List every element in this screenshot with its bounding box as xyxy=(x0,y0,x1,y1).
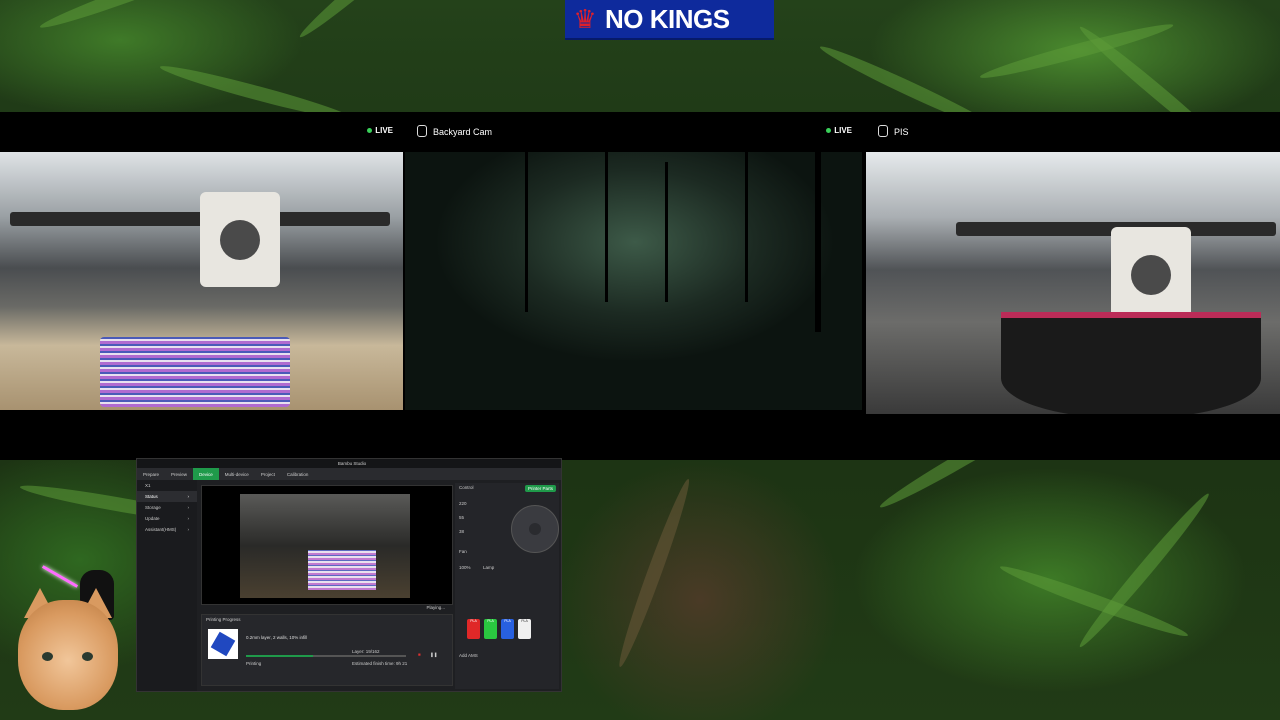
printer-camera-view[interactable] xyxy=(201,485,453,605)
job-title: 0.2mm layer, 2 walls, 10% infill xyxy=(246,635,308,640)
camera-panel-printer-2: PIS xyxy=(866,112,1280,460)
crown-icon: ♛ xyxy=(573,3,597,34)
banner-text: NO KINGS xyxy=(605,3,730,34)
nozzle-temp[interactable]: 220 xyxy=(459,501,467,506)
camera-feed[interactable] xyxy=(0,152,403,410)
fan-control[interactable]: Fan xyxy=(459,549,467,554)
chevron-right-icon: › xyxy=(187,516,190,521)
toolhead xyxy=(1111,227,1191,322)
printer-parts-button[interactable]: Printer Parts xyxy=(524,485,556,492)
app-titlebar: Bambu Studio xyxy=(137,459,561,468)
stop-icon[interactable]: ■ xyxy=(418,652,421,657)
sidebar-item-storage[interactable]: Storage › xyxy=(137,502,197,513)
lamp-control[interactable]: Lamp xyxy=(483,565,494,570)
phone-icon xyxy=(417,125,427,137)
tab-multi-device[interactable]: Multi-device xyxy=(219,468,255,480)
tab-preview[interactable]: Preview xyxy=(165,468,193,480)
live-dot-icon xyxy=(826,128,832,133)
ams-slot-1[interactable]: PLA xyxy=(467,619,480,639)
printer-select[interactable]: X1 xyxy=(137,480,197,491)
ams-slot-2[interactable]: PLA xyxy=(484,619,497,639)
ams-slot-3[interactable]: PLA xyxy=(501,619,514,639)
print-object xyxy=(1001,312,1261,414)
printing-progress-label: Printing Progress xyxy=(206,617,241,622)
chevron-right-icon: › xyxy=(187,494,190,499)
tab-prepare[interactable]: Prepare xyxy=(137,468,165,480)
video-status: Playing... xyxy=(426,604,445,610)
app-menu: Prepare Preview Device Multi-device Proj… xyxy=(137,468,561,480)
bed-temp[interactable]: 55 xyxy=(459,515,464,520)
axis-jog-pad[interactable] xyxy=(511,505,559,553)
live-badge: LIVE xyxy=(826,126,852,135)
camera-name: Backyard Cam xyxy=(433,127,493,137)
speed-control[interactable]: 100% xyxy=(459,565,471,570)
camera-feed[interactable] xyxy=(866,152,1280,414)
camera-feed[interactable] xyxy=(405,152,862,410)
live-dot-icon xyxy=(367,128,373,133)
no-kings-banner: ♛ NO KINGS xyxy=(565,0,774,40)
cat-sticker xyxy=(0,565,134,720)
toolhead xyxy=(200,192,280,287)
chevron-right-icon: › xyxy=(187,527,190,532)
model-thumbnail xyxy=(208,629,238,659)
tab-project[interactable]: Project xyxy=(255,468,281,480)
job-state: Printing xyxy=(246,661,262,666)
chamber-temp[interactable]: 38 xyxy=(459,529,464,534)
layer-info: Layer: 19/162 xyxy=(352,649,380,654)
camera-panel-printer-1: LIVE xyxy=(0,112,403,460)
tab-device[interactable]: Device xyxy=(193,468,219,480)
camera-panel-backyard: Backyard Cam LIVE xyxy=(405,112,862,460)
phone-icon xyxy=(878,125,888,137)
sidebar-item-status[interactable]: Status › xyxy=(137,491,197,502)
kitten-face xyxy=(18,600,118,710)
ams-slot-4[interactable]: PLA xyxy=(518,619,531,639)
camera-header: LIVE xyxy=(0,112,403,152)
sidebar-item-assistant[interactable]: Assistant(HMS) › xyxy=(137,524,197,535)
progress-bar xyxy=(246,655,406,657)
control-label: Control xyxy=(459,485,474,490)
sidebar-item-update[interactable]: Update › xyxy=(137,513,197,524)
app-sidebar: X1 Status › Storage › Update › Assistant(HM… xyxy=(137,480,197,691)
camera-header: Backyard Cam LIVE xyxy=(405,112,862,152)
pause-icon[interactable]: ❚❚ xyxy=(430,652,438,658)
print-object xyxy=(100,337,290,407)
camera-header: PIS xyxy=(866,112,1280,152)
printing-progress-panel: Printing Progress 0.2mm layer, 2 walls, … xyxy=(201,614,453,686)
live-badge: LIVE xyxy=(367,126,393,135)
chevron-right-icon: › xyxy=(187,505,190,510)
printer-app-window: Bambu Studio Prepare Preview Device Mult… xyxy=(136,458,562,692)
control-panel: Control Printer Parts 220 55 38 Fan 100%… xyxy=(455,483,559,689)
add-ams-button[interactable]: Add AMS xyxy=(459,653,478,658)
tab-calibration[interactable]: Calibration xyxy=(281,468,315,480)
finish-time: Estimated finish time: 9h 21 xyxy=(352,661,408,666)
camera-name: PIS xyxy=(894,127,909,137)
